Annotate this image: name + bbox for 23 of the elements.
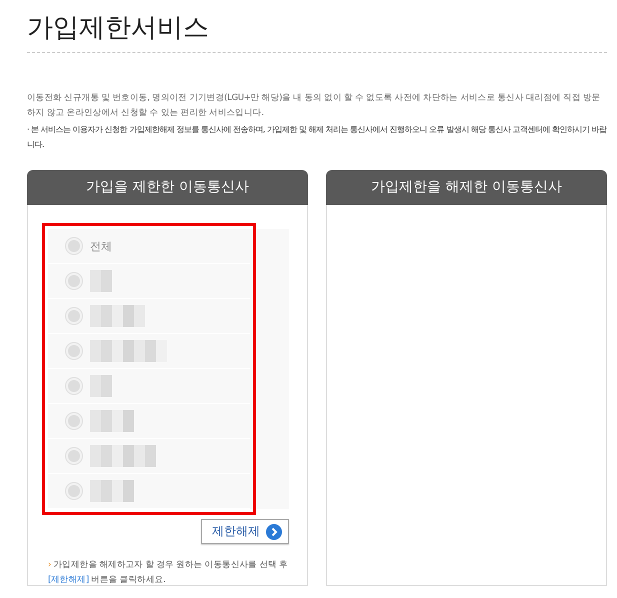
pixelated-label	[90, 305, 145, 327]
radio-button[interactable]	[66, 308, 82, 324]
radio-button[interactable]	[66, 343, 82, 359]
pixelated-label	[90, 375, 112, 397]
panel-header: 가입제한을 해제한 이동통신사	[326, 170, 607, 205]
instruction-note: › 가입제한을 해제하고자 할 경우 원하는 이동통신사를 선택 후 [제한해제] 버튼을 클릭하세요.	[48, 559, 289, 587]
radio-button[interactable]	[66, 413, 82, 429]
release-button[interactable]: 제한해제	[201, 519, 289, 544]
pixelated-label	[90, 270, 112, 292]
radio-button[interactable]	[66, 448, 82, 464]
description: 이동전화 신규개통 및 번호이동, 명의이전 기기변경(LGU+만 해당)을 내 동의 없이 할 수 없도록 사전에 차단하는 서비스로 통신사 대리점에 직접 방문하지 않고 온라인상에서 신청할 수 있는 편리한 서비스입니다.	[27, 92, 602, 120]
notice: · 본 서비스는 이용자가 신청한 가입제한해제 정보를 통신사에 전송하며, 가입제한 및 해제 처리는 통신사에서 진행하오니 오류 발생시 해당 통신사 고객센터에 확인하시기 바랍니다.	[27, 124, 607, 151]
pixelated-label	[90, 480, 134, 502]
radio-button[interactable]	[66, 238, 82, 254]
page-title: 가입제한서비스	[27, 12, 210, 45]
radio-button[interactable]	[66, 273, 82, 289]
panel-header: 가입을 제한한 이동통신사	[27, 170, 308, 205]
arrow-circle-icon	[266, 524, 282, 540]
pixelated-label	[90, 410, 134, 432]
release-link[interactable]: [제한해제]	[48, 575, 89, 585]
radio-button[interactable]	[66, 483, 82, 499]
pixelated-label	[90, 445, 156, 467]
radio-button[interactable]	[66, 378, 82, 394]
